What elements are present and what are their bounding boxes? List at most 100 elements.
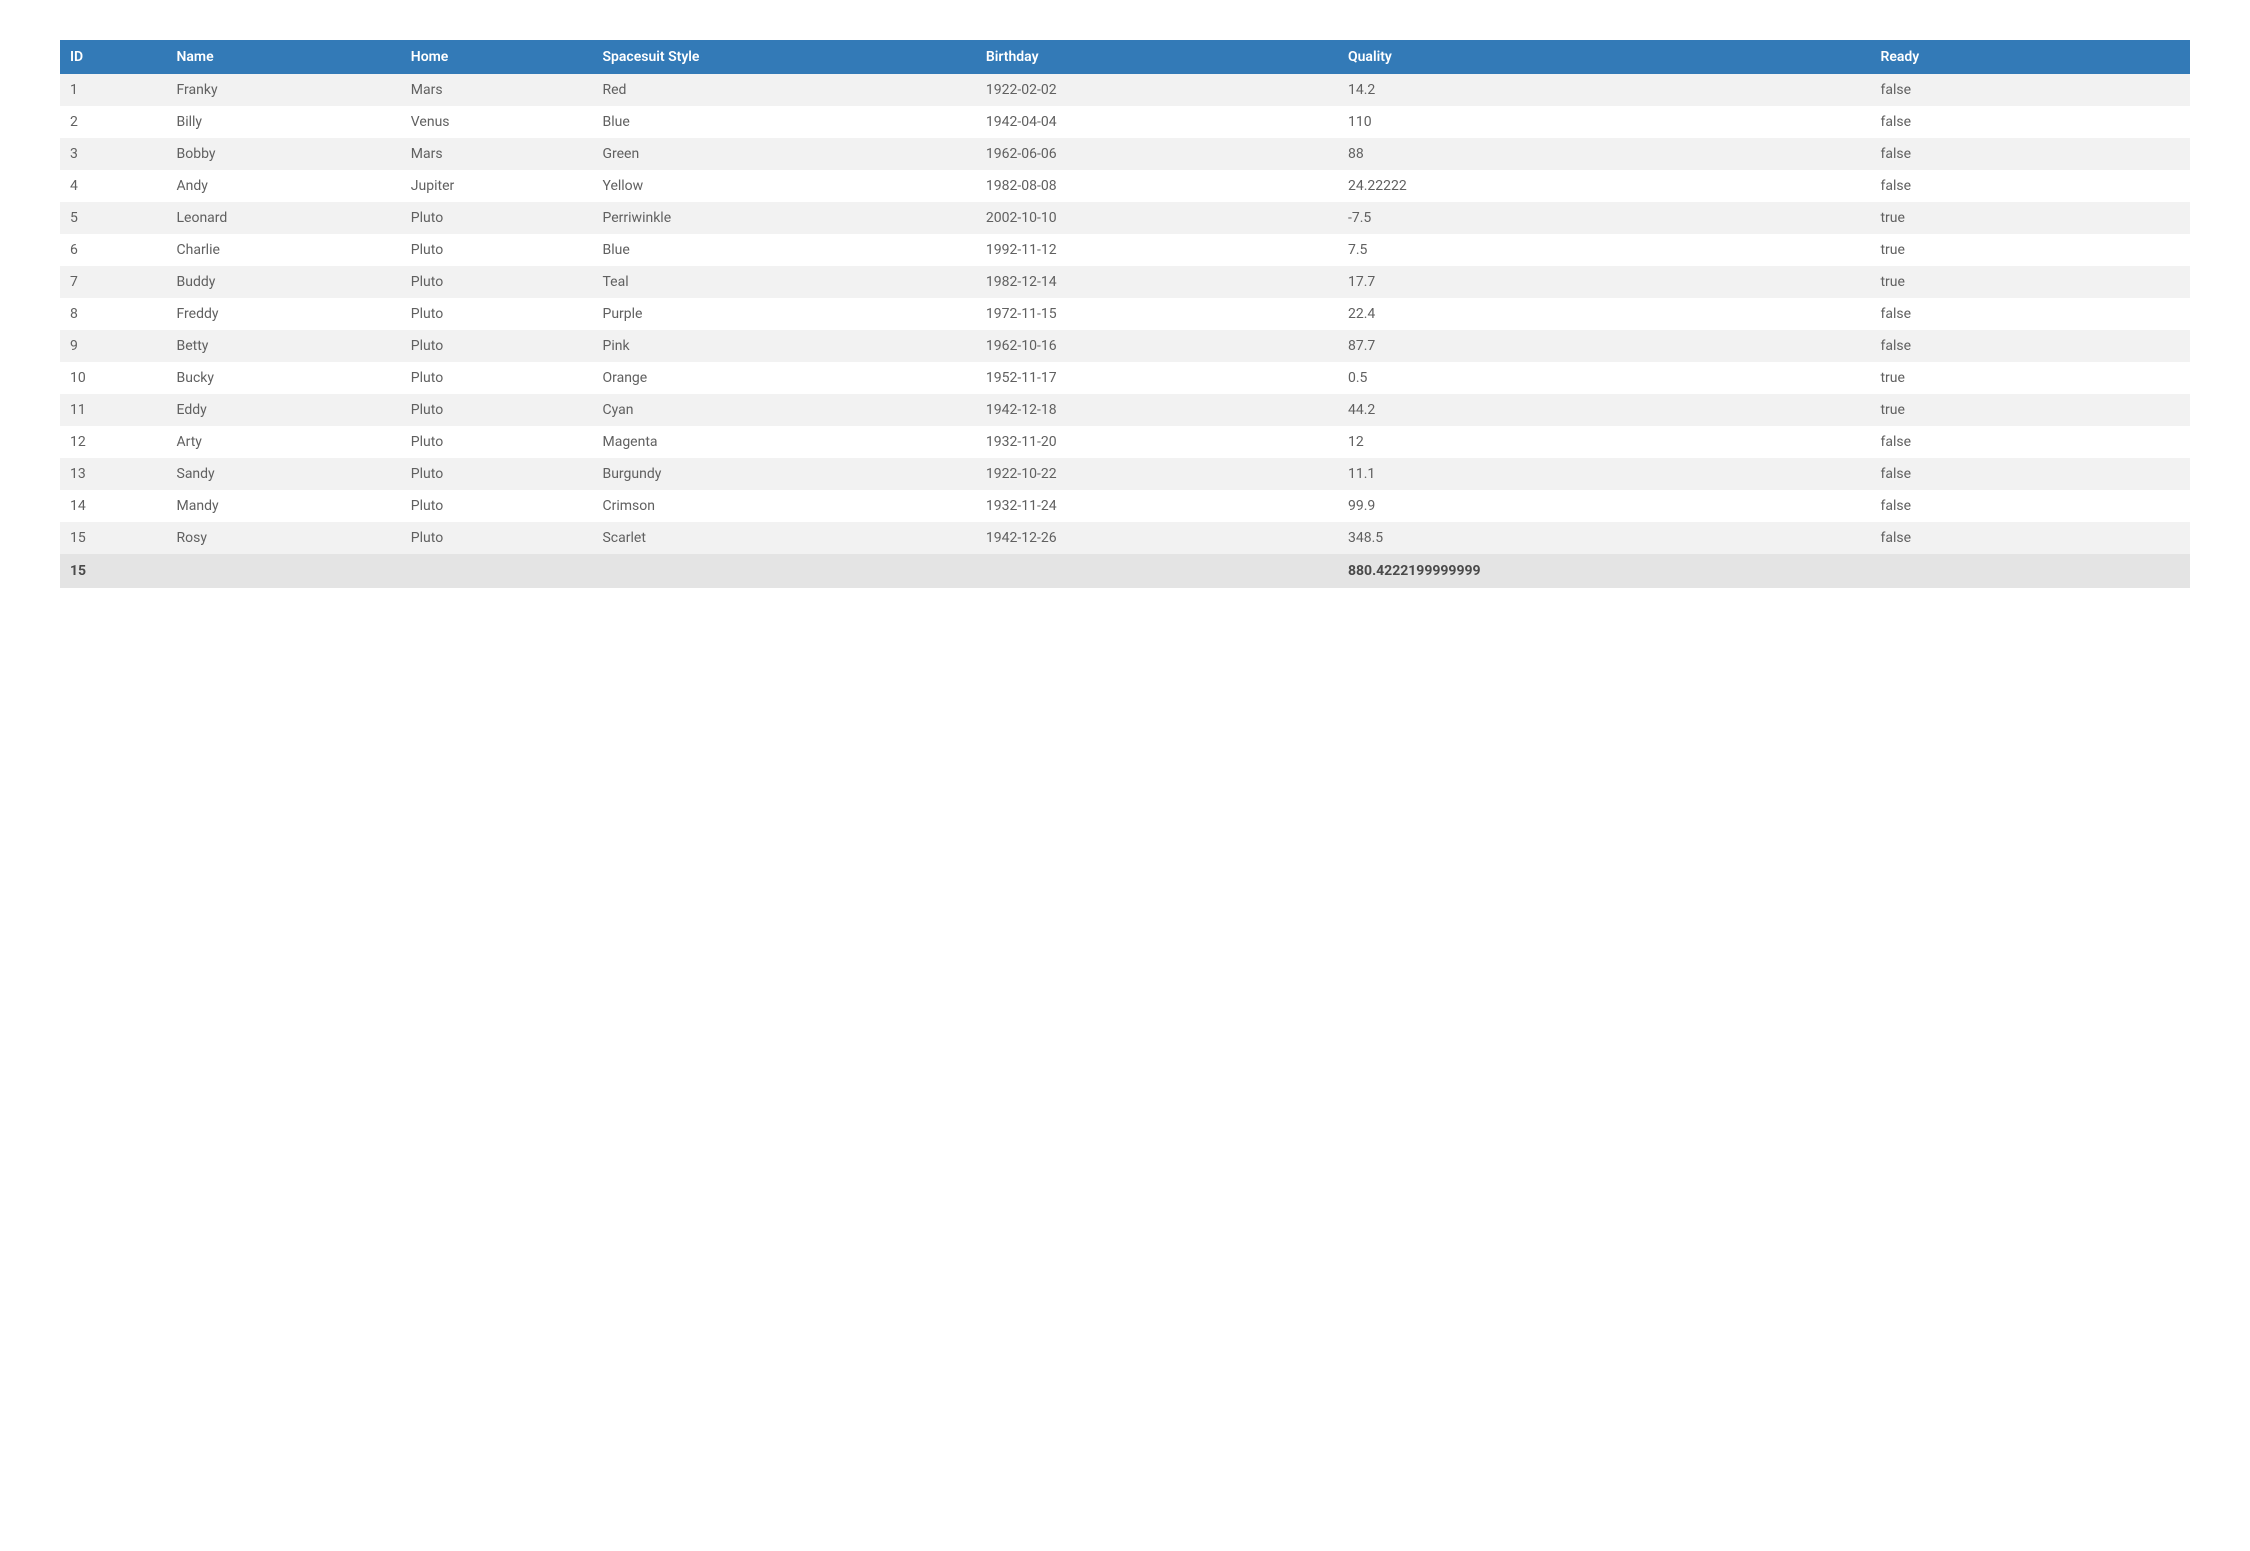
table-row[interactable]: 1FrankyMarsRed1922-02-0214.2false (60, 74, 2190, 106)
cell-birthday: 1972-11-15 (976, 298, 1338, 330)
cell-quality: 0.5 (1338, 362, 1871, 394)
cell-ready: false (1870, 458, 2190, 490)
table-row[interactable]: 3BobbyMarsGreen1962-06-0688false (60, 138, 2190, 170)
cell-name: Betty (167, 330, 401, 362)
table-row[interactable]: 7BuddyPlutoTeal1982-12-1417.7true (60, 266, 2190, 298)
cell-birthday: 1922-02-02 (976, 74, 1338, 106)
cell-ready: false (1870, 490, 2190, 522)
footer-empty (592, 554, 975, 588)
cell-id: 1 (60, 74, 167, 106)
cell-quality: 7.5 (1338, 234, 1871, 266)
cell-birthday: 1962-06-06 (976, 138, 1338, 170)
cell-home: Pluto (401, 298, 593, 330)
cell-spacesuit: Yellow (592, 170, 975, 202)
table-row[interactable]: 15RosyPlutoScarlet1942-12-26348.5false (60, 522, 2190, 554)
table-row[interactable]: 6CharliePlutoBlue1992-11-127.5true (60, 234, 2190, 266)
cell-name: Rosy (167, 522, 401, 554)
column-header-spacesuit[interactable]: Spacesuit Style (592, 40, 975, 74)
cell-spacesuit: Burgundy (592, 458, 975, 490)
cell-name: Bobby (167, 138, 401, 170)
cell-spacesuit: Blue (592, 234, 975, 266)
table-row[interactable]: 11EddyPlutoCyan1942-12-1844.2true (60, 394, 2190, 426)
cell-spacesuit: Red (592, 74, 975, 106)
cell-home: Venus (401, 106, 593, 138)
cell-home: Mars (401, 74, 593, 106)
cell-ready: true (1870, 362, 2190, 394)
cell-id: 9 (60, 330, 167, 362)
column-header-home[interactable]: Home (401, 40, 593, 74)
table-row[interactable]: 10BuckyPlutoOrange1952-11-170.5true (60, 362, 2190, 394)
cell-id: 2 (60, 106, 167, 138)
cell-quality: 11.1 (1338, 458, 1871, 490)
cell-ready: true (1870, 234, 2190, 266)
cell-home: Pluto (401, 426, 593, 458)
column-header-birthday[interactable]: Birthday (976, 40, 1338, 74)
table-row[interactable]: 12ArtyPlutoMagenta1932-11-2012false (60, 426, 2190, 458)
cell-ready: false (1870, 298, 2190, 330)
cell-home: Pluto (401, 202, 593, 234)
cell-id: 8 (60, 298, 167, 330)
table-row[interactable]: 2BillyVenusBlue1942-04-04110false (60, 106, 2190, 138)
cell-birthday: 1932-11-20 (976, 426, 1338, 458)
cell-quality: 88 (1338, 138, 1871, 170)
cell-name: Freddy (167, 298, 401, 330)
table-row[interactable]: 13SandyPlutoBurgundy1922-10-2211.1false (60, 458, 2190, 490)
table-row[interactable]: 14MandyPlutoCrimson1932-11-2499.9false (60, 490, 2190, 522)
cell-id: 6 (60, 234, 167, 266)
table-header-row: ID Name Home Spacesuit Style Birthday Qu… (60, 40, 2190, 74)
cell-quality: 99.9 (1338, 490, 1871, 522)
cell-birthday: 1932-11-24 (976, 490, 1338, 522)
column-header-quality[interactable]: Quality (1338, 40, 1871, 74)
cell-id: 15 (60, 522, 167, 554)
cell-ready: false (1870, 170, 2190, 202)
data-table: ID Name Home Spacesuit Style Birthday Qu… (60, 40, 2190, 588)
cell-ready: false (1870, 138, 2190, 170)
cell-ready: true (1870, 394, 2190, 426)
column-header-ready[interactable]: Ready (1870, 40, 2190, 74)
cell-name: Franky (167, 74, 401, 106)
cell-home: Pluto (401, 522, 593, 554)
cell-quality: 17.7 (1338, 266, 1871, 298)
footer-quality-sum: 880.4222199999999 (1338, 554, 1871, 588)
cell-name: Buddy (167, 266, 401, 298)
cell-name: Leonard (167, 202, 401, 234)
cell-birthday: 1942-04-04 (976, 106, 1338, 138)
cell-ready: false (1870, 106, 2190, 138)
cell-name: Mandy (167, 490, 401, 522)
table-footer-row: 15 880.4222199999999 (60, 554, 2190, 588)
cell-ready: false (1870, 522, 2190, 554)
table-row[interactable]: 9BettyPlutoPink1962-10-1687.7false (60, 330, 2190, 362)
cell-id: 11 (60, 394, 167, 426)
cell-home: Pluto (401, 266, 593, 298)
table-row[interactable]: 8FreddyPlutoPurple1972-11-1522.4false (60, 298, 2190, 330)
cell-name: Billy (167, 106, 401, 138)
cell-name: Arty (167, 426, 401, 458)
cell-birthday: 1982-08-08 (976, 170, 1338, 202)
table-row[interactable]: 5LeonardPlutoPerriwinkle2002-10-10-7.5tr… (60, 202, 2190, 234)
table-row[interactable]: 4AndyJupiterYellow1982-08-0824.22222fals… (60, 170, 2190, 202)
cell-birthday: 2002-10-10 (976, 202, 1338, 234)
cell-id: 12 (60, 426, 167, 458)
cell-ready: true (1870, 266, 2190, 298)
cell-quality: 14.2 (1338, 74, 1871, 106)
cell-home: Pluto (401, 234, 593, 266)
cell-birthday: 1982-12-14 (976, 266, 1338, 298)
cell-birthday: 1922-10-22 (976, 458, 1338, 490)
footer-count: 15 (60, 554, 167, 588)
cell-quality: 44.2 (1338, 394, 1871, 426)
cell-quality: 22.4 (1338, 298, 1871, 330)
column-header-name[interactable]: Name (167, 40, 401, 74)
cell-spacesuit: Blue (592, 106, 975, 138)
cell-name: Bucky (167, 362, 401, 394)
cell-spacesuit: Pink (592, 330, 975, 362)
cell-quality: 348.5 (1338, 522, 1871, 554)
footer-empty (1870, 554, 2190, 588)
cell-id: 14 (60, 490, 167, 522)
cell-id: 13 (60, 458, 167, 490)
cell-id: 3 (60, 138, 167, 170)
column-header-id[interactable]: ID (60, 40, 167, 74)
cell-home: Pluto (401, 490, 593, 522)
footer-empty (401, 554, 593, 588)
cell-home: Pluto (401, 394, 593, 426)
cell-birthday: 1942-12-26 (976, 522, 1338, 554)
